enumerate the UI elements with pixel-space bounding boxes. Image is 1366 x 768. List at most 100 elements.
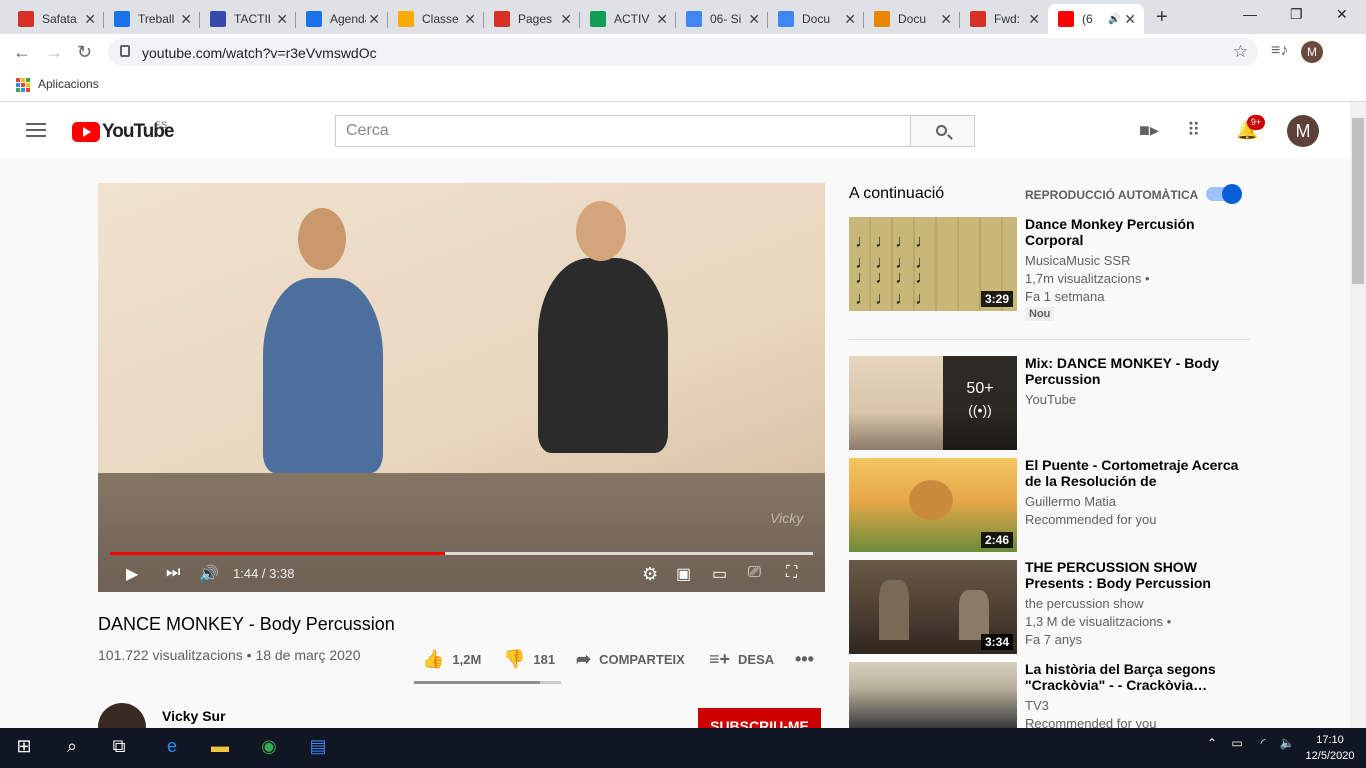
close-tab-icon[interactable]: ✕	[748, 11, 760, 28]
recommended-video-title[interactable]: El Puente - Cortometraje Acerca de la Re…	[1025, 457, 1240, 489]
new-tab-button[interactable]: +	[1156, 6, 1168, 29]
close-tab-icon[interactable]: ✕	[844, 11, 856, 28]
windows-start-icon[interactable]: ⊞	[14, 736, 34, 760]
apps-bookmark[interactable]: Aplicacions	[38, 77, 99, 91]
chrome-browser-icon[interactable]: ◉	[256, 736, 282, 760]
settings-gear-icon[interactable]: ⚙	[642, 564, 658, 585]
video-player[interactable]: Vicky ▶ ⏭ 🔊 1:44 / 3:38 ⚙ ▣ ▭ ⎚ ⛶	[98, 183, 825, 592]
fullscreen-icon[interactable]: ⛶	[786, 564, 797, 582]
menu-icon[interactable]	[26, 123, 46, 137]
clock-time: 17:10	[1316, 734, 1344, 746]
close-tab-icon[interactable]: ✕	[464, 11, 476, 28]
save-button[interactable]: ≡+ DESA	[709, 649, 774, 670]
clock-date: 12/5/2020	[1305, 750, 1355, 762]
search-input[interactable]	[336, 116, 910, 146]
search-icon[interactable]: ⌕	[62, 736, 82, 760]
system-clock[interactable]: 17:10 12/5/2020	[1300, 732, 1360, 764]
play-button[interactable]: ▶	[126, 564, 138, 584]
video-thumbnail[interactable]: 3:34	[849, 560, 1017, 654]
browser-tab[interactable]: Safata ✕	[8, 4, 104, 34]
recommended-channel[interactable]: TV3	[1025, 697, 1049, 715]
miniplayer-icon[interactable]: ▣	[676, 564, 691, 584]
docs-icon	[874, 11, 890, 27]
word-document-icon[interactable]: ▤	[306, 736, 330, 760]
file-explorer-icon[interactable]: ▬	[207, 736, 233, 760]
volume-icon[interactable]: 🔊	[199, 564, 219, 584]
media-control-icon[interactable]: ≡♪	[1271, 42, 1288, 60]
battery-icon[interactable]: ▭	[1228, 736, 1246, 760]
more-options-icon[interactable]: •••	[795, 649, 814, 670]
gmail-icon	[970, 11, 986, 27]
recommended-video-title[interactable]: Mix: DANCE MONKEY - Body Percussion	[1025, 355, 1240, 387]
dislike-button[interactable]: 👎 181	[503, 649, 555, 670]
recommended-video-title[interactable]: La història del Barça segons "Crackòvia"…	[1025, 661, 1240, 693]
create-video-icon[interactable]: ■▸	[1139, 120, 1159, 141]
youtube-account-avatar[interactable]: M	[1287, 115, 1319, 147]
close-tab-icon[interactable]: ✕	[180, 11, 192, 28]
browser-tab[interactable]: 06- Si ✕	[676, 4, 768, 34]
like-ratio-fill	[414, 681, 541, 684]
apps-grid-icon[interactable]	[16, 78, 30, 92]
task-view-icon[interactable]: ⧉	[109, 736, 129, 760]
recommended-channel[interactable]: Guillermo Matia	[1025, 493, 1116, 511]
video-thumbnail[interactable]: 2:46	[849, 458, 1017, 552]
share-button[interactable]: ➦ COMPARTEIX	[576, 649, 685, 670]
edge-browser-icon[interactable]: e	[160, 736, 184, 760]
scrollbar-thumb[interactable]	[1352, 118, 1364, 284]
minimize-button[interactable]: —	[1243, 6, 1257, 22]
close-tab-icon[interactable]: ✕	[84, 11, 96, 28]
browser-tab-active[interactable]: (6 🔊 ✕	[1048, 4, 1144, 34]
sidebar-divider	[849, 339, 1251, 340]
video-watermark: Vicky	[770, 510, 804, 526]
browser-tab[interactable]: Classe ✕	[388, 4, 484, 34]
progress-bar[interactable]	[110, 552, 813, 555]
system-tray-arrow-icon[interactable]: ⌃	[1204, 736, 1220, 760]
address-bar[interactable]: youtube.com/watch?v=r3eVvmswdOc ☆	[108, 38, 1258, 66]
close-tab-icon[interactable]: ✕	[560, 11, 572, 28]
browser-tab[interactable]: Pages ✕	[484, 4, 580, 34]
recommended-channel[interactable]: YouTube	[1025, 391, 1076, 409]
video-thumbnail[interactable]: ♩♩♩♩ ♩♩♩♩ ♩♩♩♩ ♩♩♩♩ 3:29	[849, 217, 1017, 311]
video-thumbnail[interactable]	[849, 662, 1017, 728]
chrome-profile-avatar[interactable]: M	[1301, 41, 1323, 63]
recommended-channel[interactable]: the percussion show	[1025, 595, 1144, 613]
close-tab-icon[interactable]: ✕	[940, 11, 952, 28]
browser-tab[interactable]: Treball ✕	[104, 4, 200, 34]
maximize-button[interactable]: ❐	[1290, 6, 1303, 23]
search-box[interactable]	[335, 115, 911, 147]
bookmark-star-icon[interactable]: ☆	[1233, 42, 1248, 62]
recommended-video-title[interactable]: THE PERCUSSION SHOW Presents : Body Perc…	[1025, 559, 1240, 591]
recommended-channel[interactable]: MusicaMusic SSR	[1025, 252, 1130, 270]
autoplay-toggle-knob[interactable]	[1222, 184, 1242, 204]
apps-icon[interactable]: ⠿	[1187, 120, 1200, 141]
recommended-video-title[interactable]: Dance Monkey Percusión Corporal	[1025, 216, 1240, 248]
browser-tab[interactable]: Agenda✕	[296, 4, 388, 34]
browser-tab[interactable]: Docu ✕	[768, 4, 864, 34]
close-tab-icon[interactable]: ✕	[276, 11, 288, 28]
next-button[interactable]: ⏭	[166, 564, 180, 582]
close-tab-icon[interactable]: ✕	[1124, 11, 1136, 28]
reload-button[interactable]: ↻	[77, 42, 92, 63]
browser-tab[interactable]: Docu ✕	[864, 4, 960, 34]
classroom-icon	[114, 11, 130, 27]
channel-name[interactable]: Vicky Sur	[162, 708, 226, 724]
back-button[interactable]: ←	[13, 42, 31, 63]
close-tab-icon[interactable]: ✕	[656, 11, 668, 28]
search-icon	[936, 125, 947, 136]
volume-icon[interactable]: 🔈	[1278, 736, 1296, 760]
close-tab-icon[interactable]: ✕	[1028, 11, 1040, 28]
browser-tab[interactable]: Fwd: ✕	[960, 4, 1048, 34]
wifi-icon[interactable]: ◜	[1254, 736, 1272, 760]
youtube-logo-icon[interactable]	[72, 122, 100, 142]
forward-button[interactable]: →	[45, 42, 63, 63]
browser-tab[interactable]: ACTIV ✕	[580, 4, 676, 34]
browser-tab[interactable]: TACTIL✕	[200, 4, 296, 34]
cast-icon[interactable]: ⎚	[748, 564, 761, 582]
close-window-button[interactable]: ✕	[1336, 6, 1348, 23]
url-text[interactable]: youtube.com/watch?v=r3eVvmswdOc	[142, 45, 377, 61]
mix-thumbnail[interactable]: 50+ ((•))	[849, 356, 1017, 450]
search-button[interactable]	[910, 115, 975, 147]
like-button[interactable]: 👍 1,2M	[422, 649, 481, 670]
close-tab-icon[interactable]: ✕	[368, 11, 380, 28]
theater-mode-icon[interactable]: ▭	[712, 564, 727, 584]
